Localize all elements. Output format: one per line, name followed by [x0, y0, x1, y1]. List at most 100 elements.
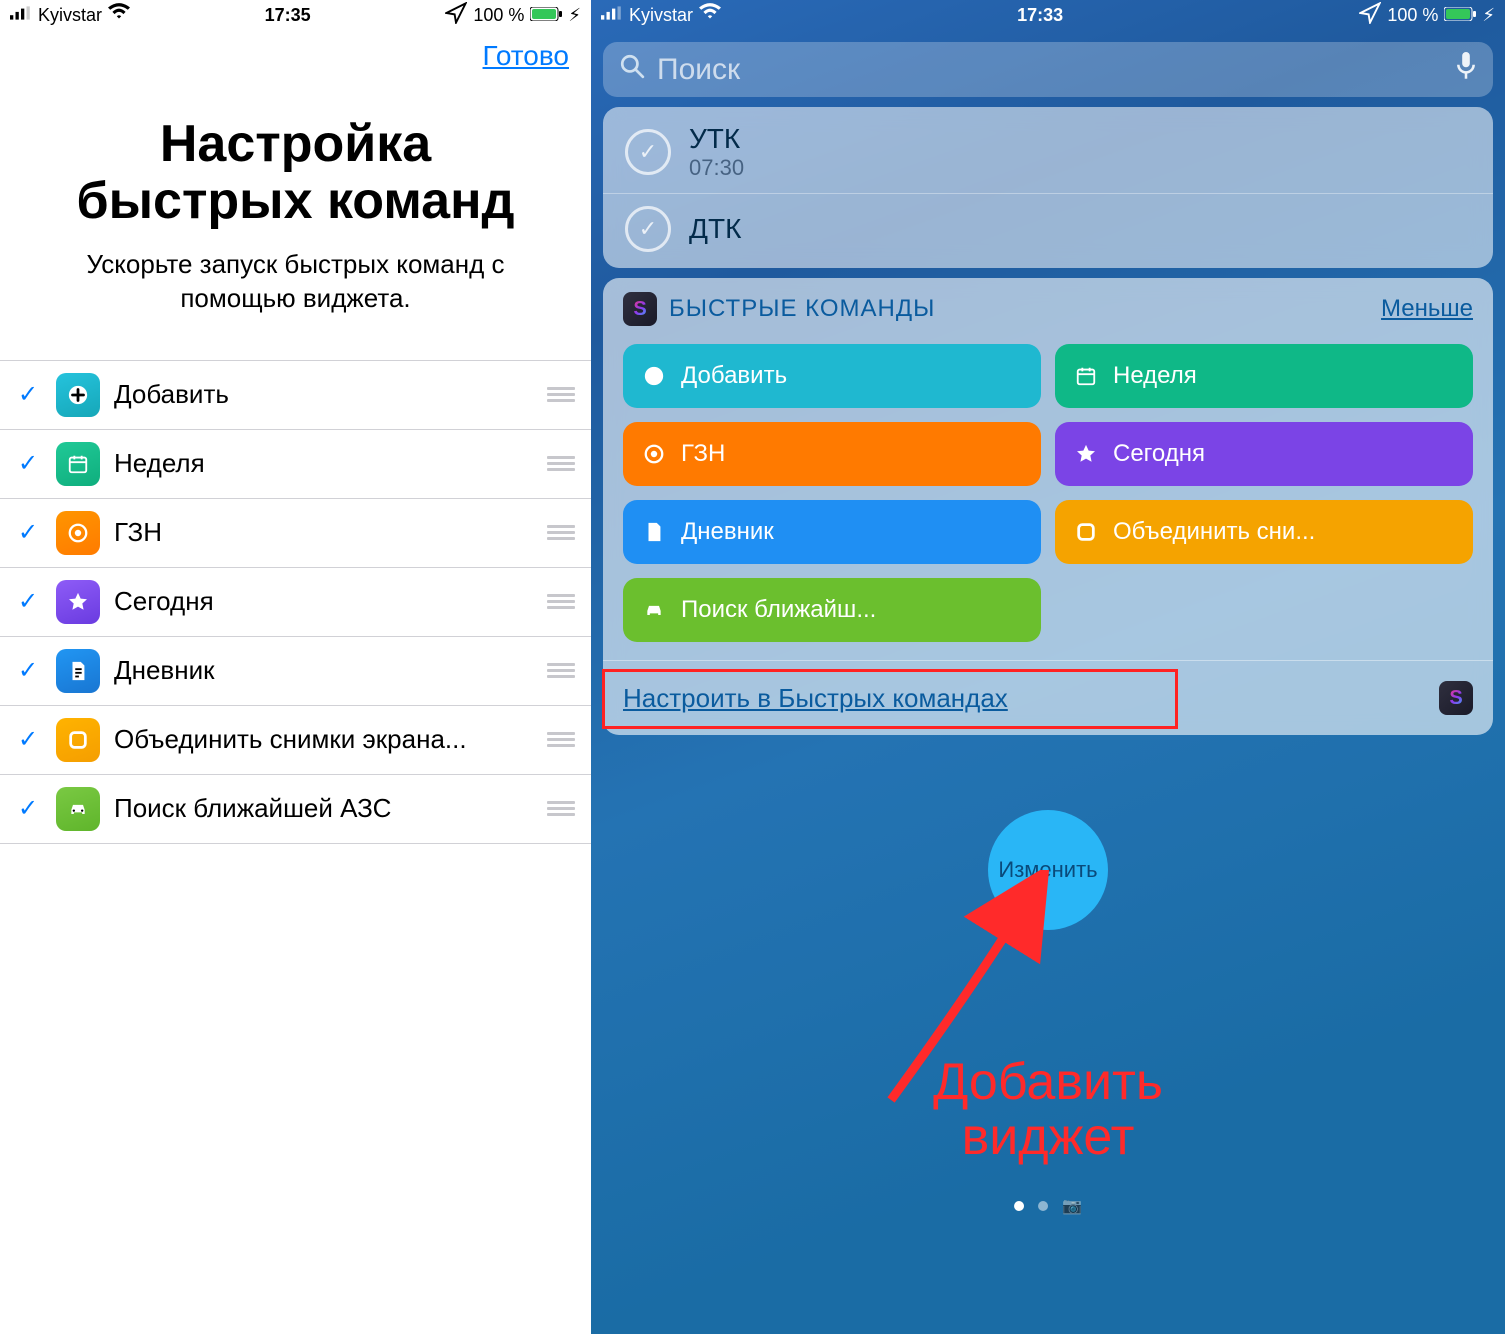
drag-handle-icon[interactable] [547, 387, 575, 402]
shortcut-chip[interactable]: Дневник [623, 500, 1041, 564]
reminder-title: УТК [689, 123, 744, 155]
star-icon [1073, 443, 1099, 465]
chip-label: Объединить сни... [1113, 518, 1315, 546]
battery-pct: 100 % [473, 5, 524, 26]
shortcut-chip[interactable]: Неделя [1055, 344, 1473, 408]
drag-handle-icon[interactable] [547, 801, 575, 816]
chip-label: Поиск ближайш... [681, 596, 876, 624]
drag-handle-icon[interactable] [547, 732, 575, 747]
shortcut-label: Дневник [114, 655, 533, 686]
drag-handle-icon[interactable] [547, 456, 575, 471]
plus-icon [56, 373, 100, 417]
shortcut-row[interactable]: ✓ Сегодня [0, 568, 591, 637]
configure-link[interactable]: Настроить в Быстрых командах [623, 683, 1008, 714]
car-icon [56, 787, 100, 831]
page-dot [1014, 1201, 1024, 1211]
drag-handle-icon[interactable] [547, 663, 575, 678]
shortcut-label: Сегодня [114, 586, 533, 617]
target-icon [641, 443, 667, 465]
done-button[interactable]: Готово [483, 40, 569, 72]
shortcut-chip[interactable]: Поиск ближайш... [623, 578, 1041, 642]
calendar-icon [1073, 365, 1099, 387]
status-bar-left: Kyivstar 17:35 100 % ⚡︎ [0, 0, 591, 26]
chip-label: Добавить [681, 362, 787, 390]
shortcut-label: Неделя [114, 448, 533, 479]
shortcut-row[interactable]: ✓ Дневник [0, 637, 591, 706]
page-indicator: 📷 [1014, 1196, 1082, 1216]
page-title: Настройка быстрых команд [30, 116, 561, 230]
checkmark-circle-icon[interactable]: ✓ [625, 129, 671, 175]
doc-icon [56, 649, 100, 693]
signal-icon [10, 2, 32, 29]
clock: 17:33 [1017, 5, 1063, 26]
right-screenshot: Kyivstar 17:33 100 % ⚡︎ Поиск ✓УТК07:30✓… [591, 0, 1505, 1334]
battery-icon [530, 5, 562, 26]
check-icon[interactable]: ✓ [18, 656, 42, 685]
shortcut-list: ✓ Добавить ✓ Неделя ✓ ГЗН ✓ Сегодня ✓ Дневник ✓ Объ… [0, 360, 591, 844]
search-input[interactable]: Поиск [603, 42, 1493, 97]
shortcut-label: ГЗН [114, 517, 533, 548]
shortcut-row[interactable]: ✓ Добавить [0, 361, 591, 430]
reminder-time: 07:30 [689, 155, 744, 181]
shortcut-row[interactable]: ✓ Поиск ближайшей АЗС [0, 775, 591, 844]
edit-button[interactable]: Изменить [988, 810, 1108, 930]
car-icon [641, 600, 667, 620]
shortcuts-app-icon: S [623, 292, 657, 326]
page-dot [1038, 1201, 1048, 1211]
square-icon [56, 718, 100, 762]
wifi-icon [108, 2, 130, 29]
reminder-row[interactable]: ✓ УТК07:30 [603, 111, 1493, 193]
wifi-icon [699, 2, 721, 29]
check-icon[interactable]: ✓ [18, 449, 42, 478]
square-icon [1073, 521, 1099, 543]
left-screenshot: Kyivstar 17:35 100 % ⚡︎ Готово Настройка… [0, 0, 591, 1334]
drag-handle-icon[interactable] [547, 594, 575, 609]
shortcut-chip[interactable]: Сегодня [1055, 422, 1473, 486]
check-icon[interactable]: ✓ [18, 725, 42, 754]
target-icon [56, 511, 100, 555]
location-icon [1359, 2, 1381, 29]
widget-title: БЫСТРЫЕ КОМАНДЫ [669, 295, 1369, 323]
show-less-button[interactable]: Меньше [1381, 295, 1473, 323]
location-icon [445, 2, 467, 29]
check-icon[interactable]: ✓ [18, 587, 42, 616]
charging-icon: ⚡︎ [1482, 5, 1495, 26]
status-bar-right: Kyivstar 17:33 100 % ⚡︎ [591, 0, 1505, 26]
checkmark-circle-icon[interactable]: ✓ [625, 206, 671, 252]
annotation-text: Добавить виджет [933, 1055, 1163, 1164]
plus-icon [641, 365, 667, 387]
clock: 17:35 [265, 5, 311, 26]
charging-icon: ⚡︎ [568, 5, 581, 26]
reminders-card: ✓ УТК07:30 ✓ ДТК [603, 107, 1493, 268]
shortcut-label: Объединить снимки экрана... [114, 724, 533, 755]
check-icon[interactable]: ✓ [18, 518, 42, 547]
doc-icon [641, 521, 667, 543]
search-icon [619, 53, 645, 86]
shortcuts-app-icon[interactable]: S [1439, 681, 1473, 715]
shortcut-row[interactable]: ✓ ГЗН [0, 499, 591, 568]
signal-icon [601, 2, 623, 29]
reminder-row[interactable]: ✓ ДТК [603, 193, 1493, 264]
camera-icon: 📷 [1062, 1196, 1082, 1216]
chip-label: Дневник [681, 518, 774, 546]
battery-pct: 100 % [1387, 5, 1438, 26]
check-icon[interactable]: ✓ [18, 794, 42, 823]
chip-label: Сегодня [1113, 440, 1205, 468]
reminder-title: ДТК [689, 213, 741, 245]
battery-icon [1444, 5, 1476, 26]
drag-handle-icon[interactable] [547, 525, 575, 540]
mic-icon[interactable] [1455, 52, 1477, 87]
shortcuts-widget: S БЫСТРЫЕ КОМАНДЫ Меньше Добавить Неделя Г… [603, 278, 1493, 735]
shortcut-chip[interactable]: ГЗН [623, 422, 1041, 486]
calendar-icon [56, 442, 100, 486]
shortcut-label: Поиск ближайшей АЗС [114, 793, 533, 824]
page-subtitle: Ускорьте запуск быстрых команд с помощью… [30, 248, 561, 316]
shortcut-label: Добавить [114, 379, 533, 410]
shortcut-chip[interactable]: Объединить сни... [1055, 500, 1473, 564]
shortcut-row[interactable]: ✓ Неделя [0, 430, 591, 499]
shortcut-row[interactable]: ✓ Объединить снимки экрана... [0, 706, 591, 775]
check-icon[interactable]: ✓ [18, 380, 42, 409]
shortcut-chip[interactable]: Добавить [623, 344, 1041, 408]
carrier-label: Kyivstar [38, 5, 102, 26]
chip-label: Неделя [1113, 362, 1197, 390]
